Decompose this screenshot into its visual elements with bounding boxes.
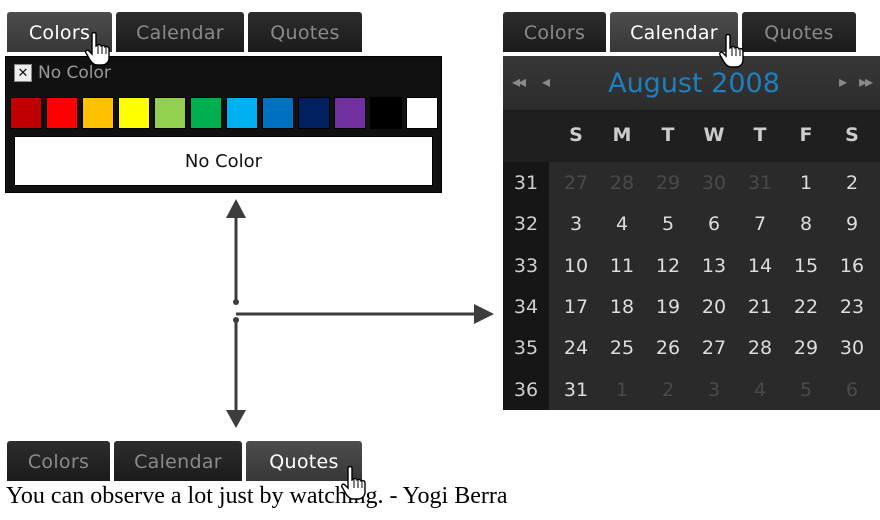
hand-cursor-icon bbox=[719, 34, 744, 68]
hand-cursor-icon bbox=[341, 466, 366, 500]
tab-colors[interactable]: Colors bbox=[7, 441, 110, 481]
quote-text: You can observe a lot just by watching. … bbox=[6, 483, 508, 509]
arrow-down-head bbox=[226, 410, 246, 428]
tab-calendar[interactable]: Calendar bbox=[114, 441, 242, 481]
hand-cursor-icon bbox=[85, 32, 110, 66]
arrow-node-upper bbox=[233, 299, 239, 305]
arrow-up-head bbox=[226, 199, 246, 218]
arrow-right-head bbox=[474, 304, 494, 324]
quotes-widget-tabbar: Colors Calendar Quotes bbox=[7, 441, 366, 481]
